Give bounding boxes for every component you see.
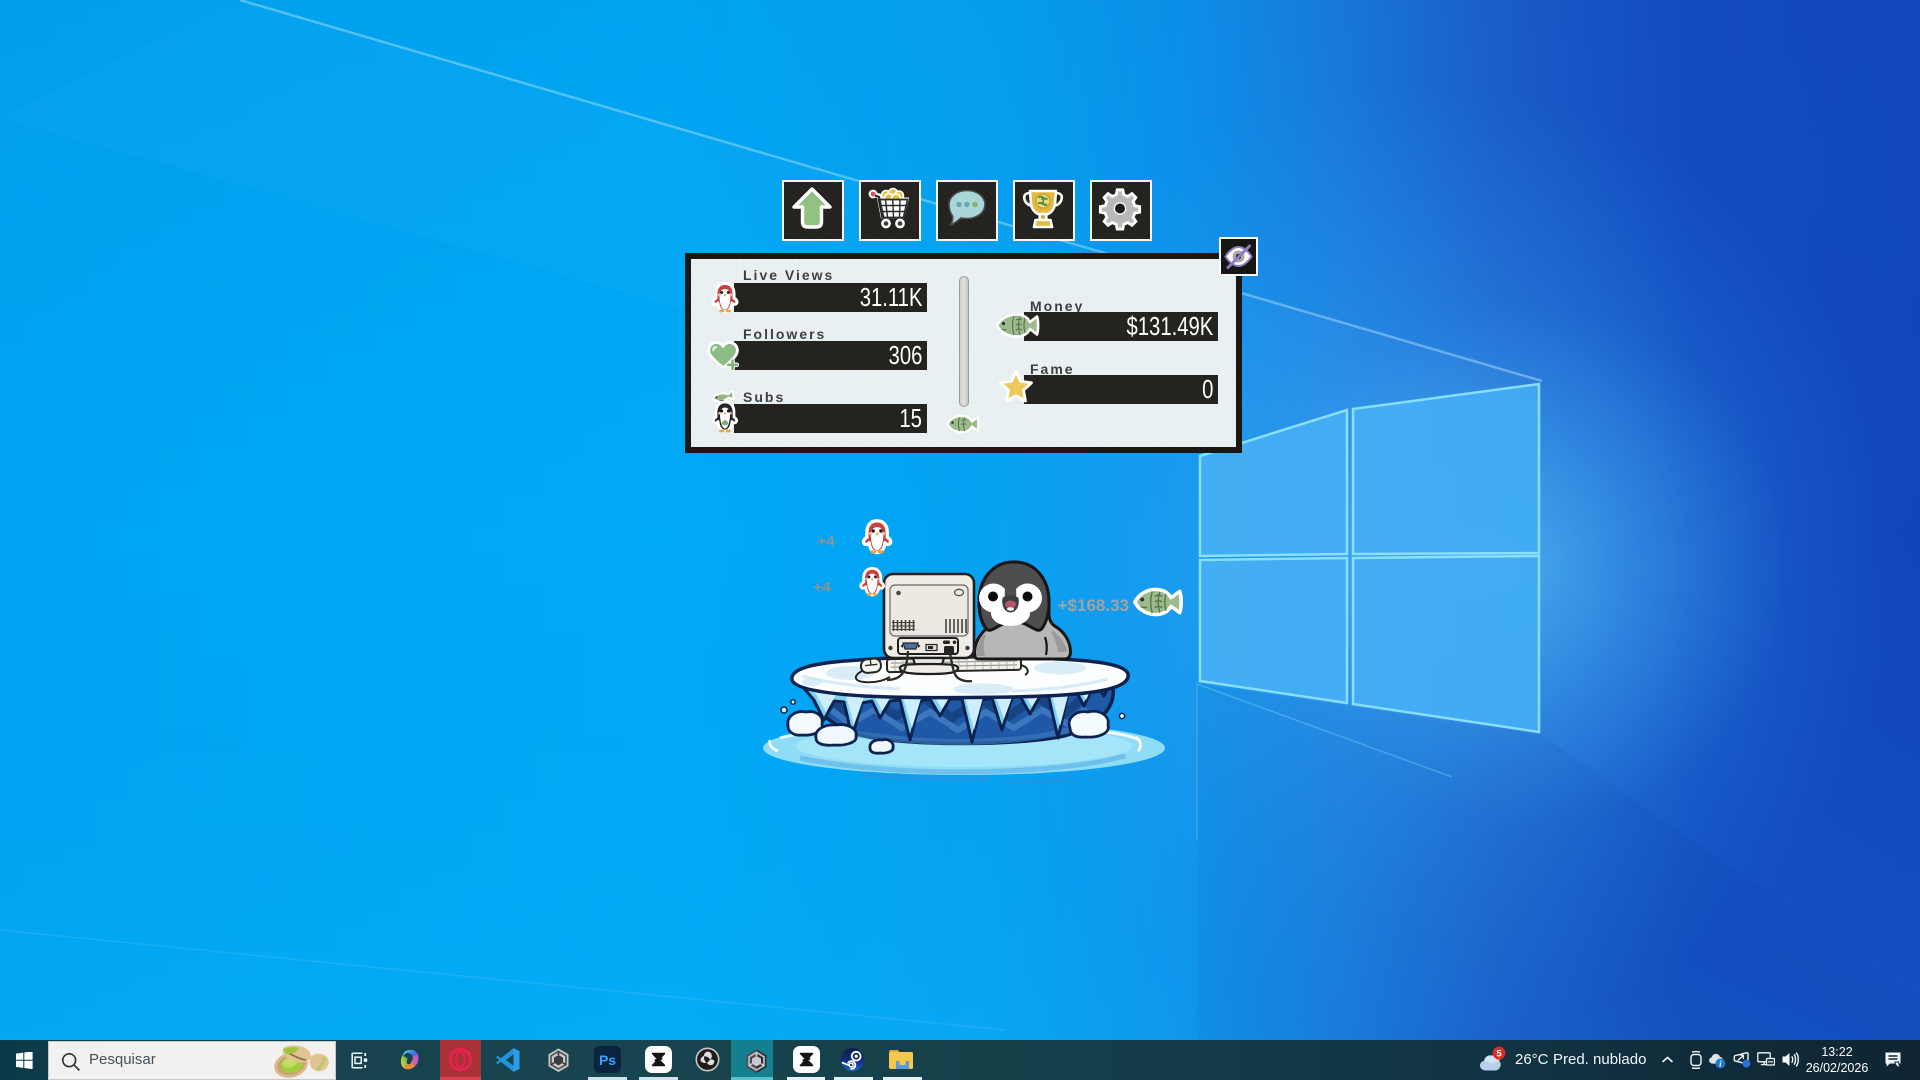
svg-text:+4: +4 bbox=[817, 533, 835, 550]
svg-text:1: 1 bbox=[1040, 197, 1045, 207]
svg-text:Ps: Ps bbox=[599, 1052, 616, 1068]
svg-text:+$168.33: +$168.33 bbox=[1058, 596, 1129, 615]
svg-text:+4: +4 bbox=[813, 579, 831, 596]
svg-text:5: 5 bbox=[1496, 1049, 1502, 1060]
